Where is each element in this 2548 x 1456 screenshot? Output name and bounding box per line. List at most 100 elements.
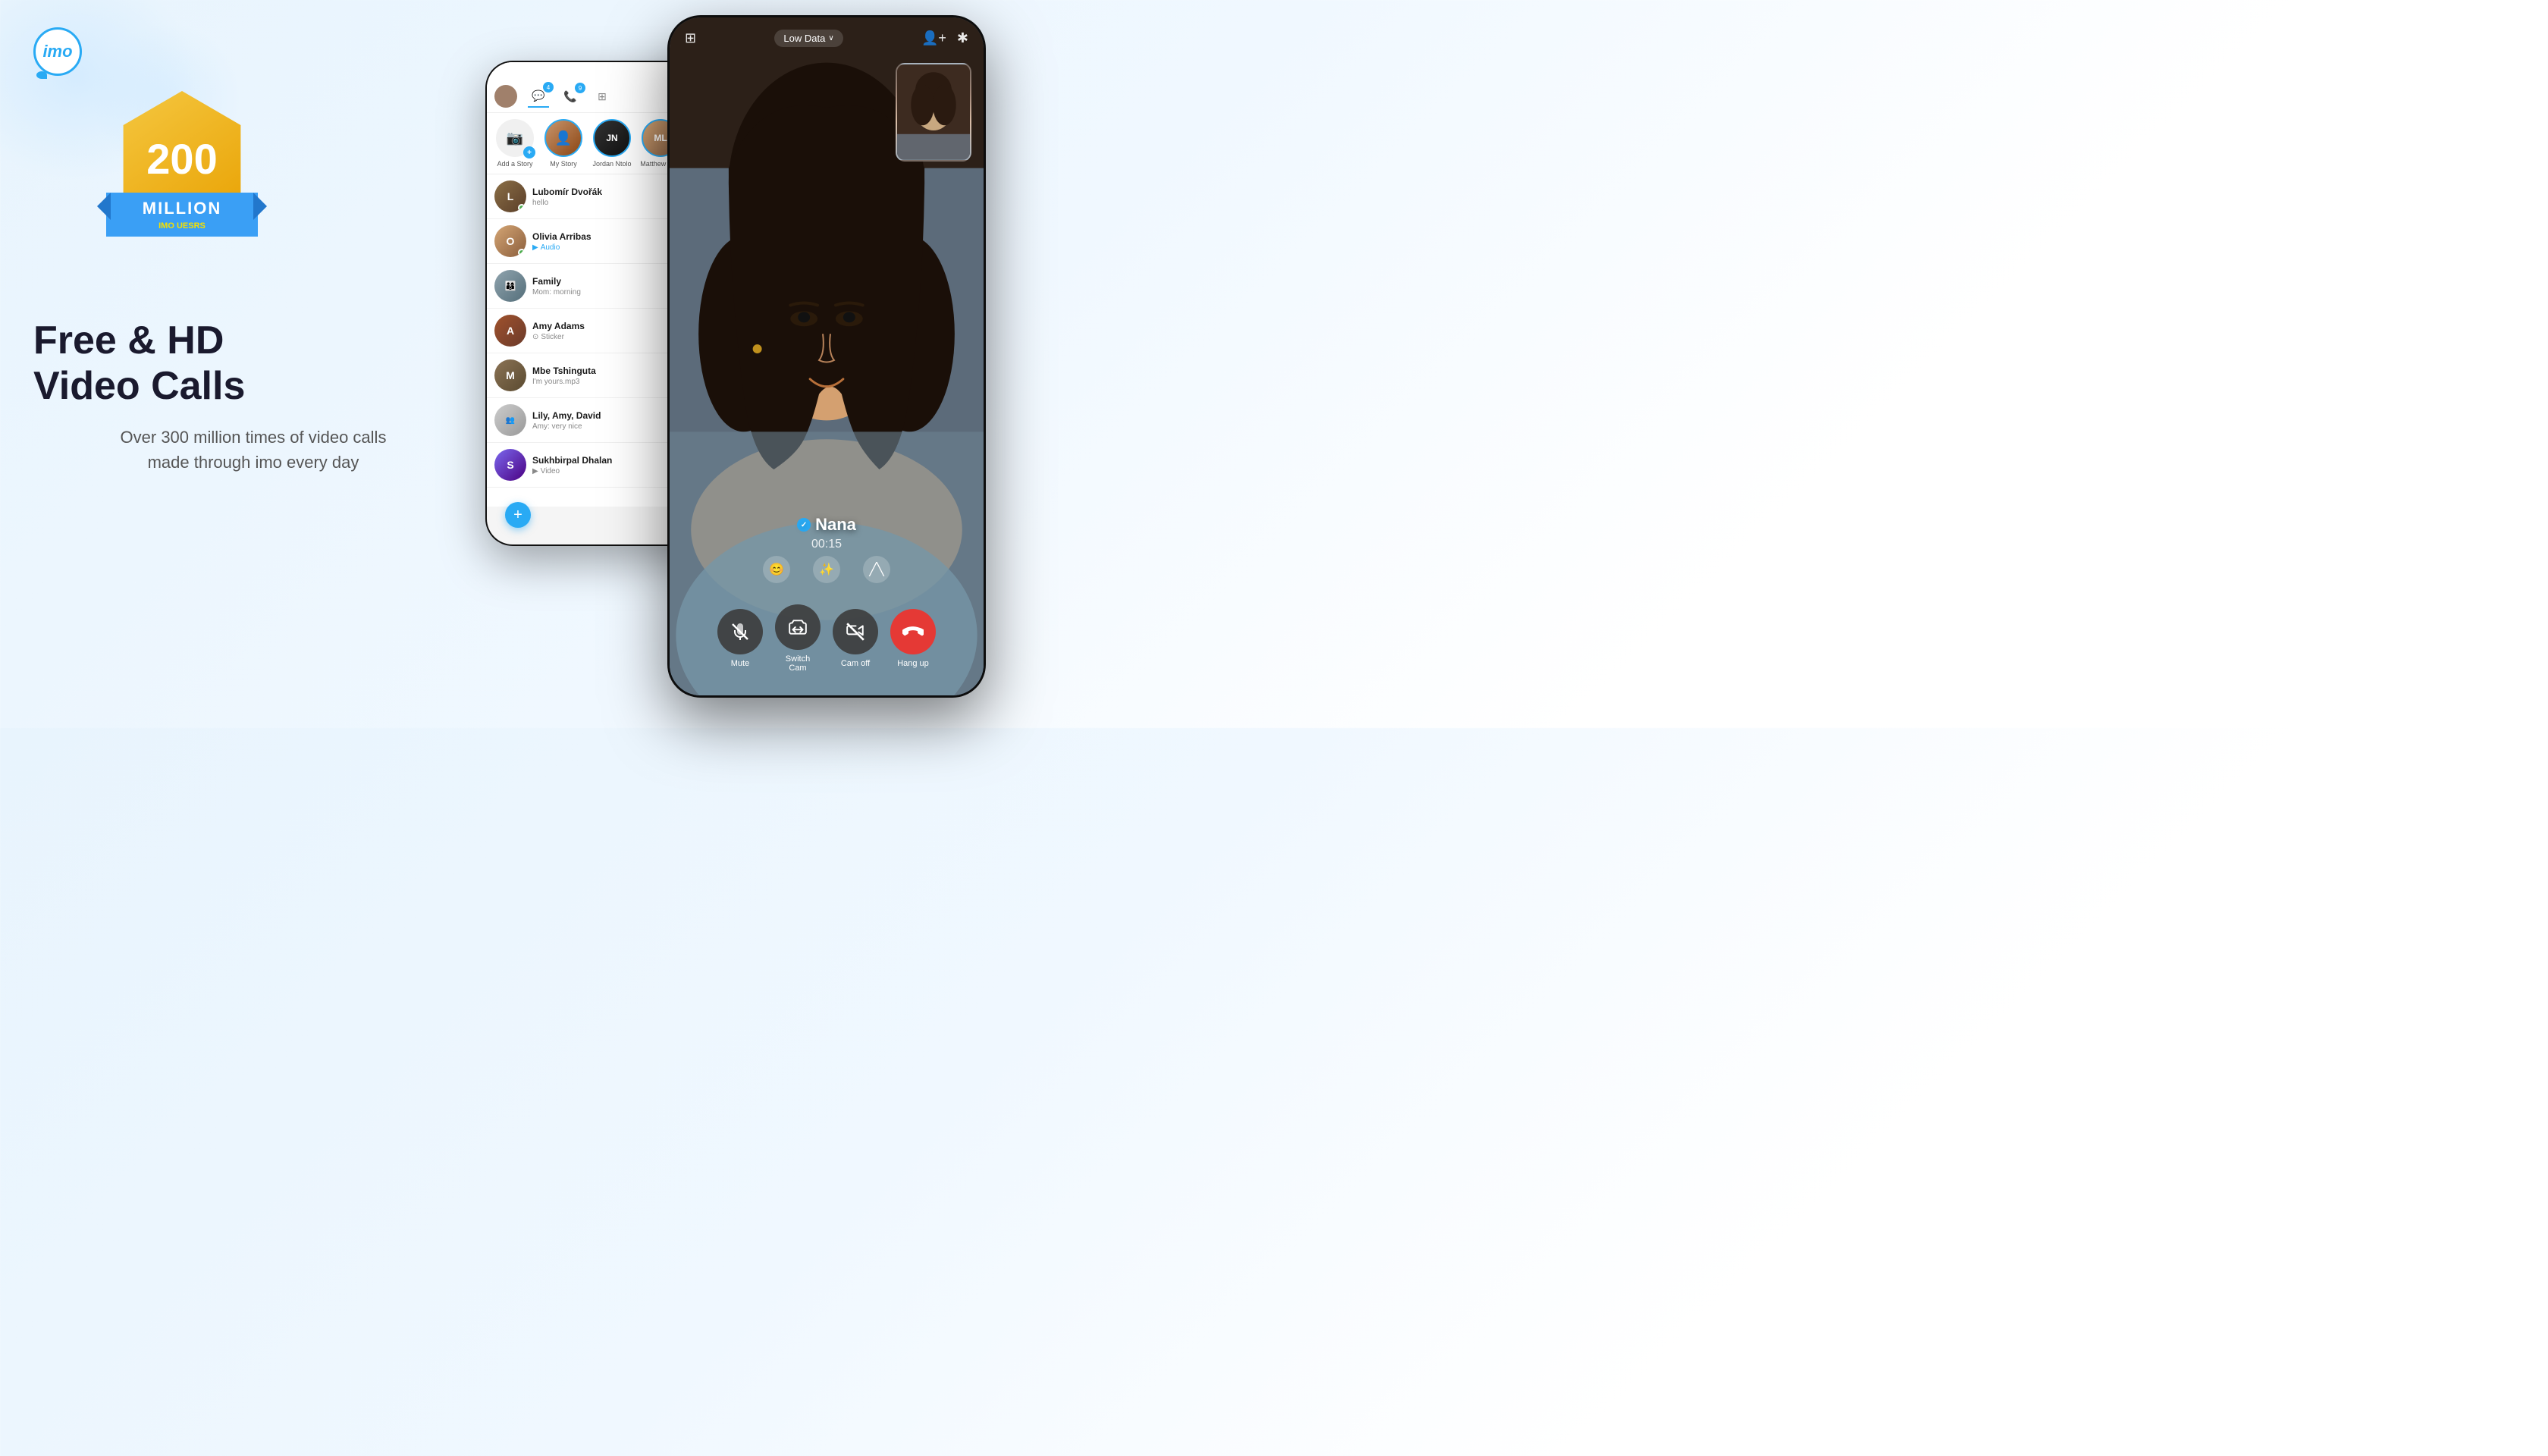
badge-million: MILLION	[114, 199, 250, 218]
avatar: L	[494, 180, 526, 212]
call-duration: 00:15	[811, 538, 842, 551]
story-jordan-avatar: JN	[593, 119, 631, 157]
badge-area: 200 MILLION IMO UESRS	[106, 91, 258, 258]
audio-icon: ▶	[532, 243, 538, 252]
avatar: O	[494, 225, 526, 257]
preview-text: Sticker	[541, 333, 564, 341]
phone2-body: ⊞ Low Data ∨ 👤+ ✱	[667, 15, 986, 698]
story-add-plus: +	[523, 146, 535, 158]
chat-name: Family	[532, 276, 688, 287]
sticker-icon: ⊙	[532, 333, 538, 341]
online-indicator	[518, 204, 526, 212]
preview-text: Audio	[541, 243, 560, 252]
chat-preview: hello	[532, 199, 688, 207]
story-my-story[interactable]: 👤 My Story	[543, 119, 584, 168]
hang-up-label: Hang up	[897, 659, 929, 668]
chat-info: Olivia Arribas ▶ Audio	[532, 231, 688, 252]
cam-off-label: Cam off	[841, 659, 870, 668]
chat-name: Lubomír Dvořák	[532, 187, 688, 197]
tab-calls[interactable]: 📞 9	[560, 86, 581, 107]
slash-icon[interactable]: ╱╲	[863, 556, 890, 583]
chat-preview: ⊙ Sticker	[532, 333, 688, 341]
chat-info: Lubomír Dvořák hello	[532, 187, 688, 207]
chat-name: Lily, Amy, David	[532, 410, 688, 421]
switch-cam-button[interactable]: SwitchCam	[775, 604, 821, 673]
chat-preview: ▶ Audio	[532, 243, 688, 252]
compose-button[interactable]: +	[505, 502, 531, 528]
chat-info: Family Mom: morning	[532, 276, 688, 297]
phone2-top-bar: ⊞ Low Data ∨ 👤+ ✱	[670, 17, 984, 55]
logo-text: imo	[42, 42, 72, 61]
logo-circle: imo	[33, 27, 82, 76]
tab-avatar[interactable]	[494, 85, 517, 108]
low-data-label: Low Data	[783, 33, 825, 44]
switch-cam-label: SwitchCam	[786, 654, 810, 673]
story-jordan[interactable]: JN Jordan Ntolo	[592, 119, 632, 168]
emoji-icon[interactable]: 😊	[763, 556, 790, 583]
avatar: M	[494, 359, 526, 391]
badge-number: 200	[146, 138, 217, 180]
bluetooth-icon[interactable]: ✱	[957, 30, 968, 46]
action-icons-row: 😊 ✨ ╱╲	[670, 556, 984, 583]
switch-cam-btn-circle	[775, 604, 821, 650]
avatar: 👨‍👩‍👦	[494, 270, 526, 302]
chat-info: Lily, Amy, David Amy: very nice	[532, 410, 688, 431]
cam-off-button[interactable]: Cam off	[833, 609, 878, 668]
chat-info: Mbe Tshinguta I'm yours.mp3	[532, 366, 688, 386]
hang-up-button[interactable]: Hang up	[890, 609, 936, 668]
story-add-label: Add a Story	[494, 160, 535, 168]
top-bar-right: 👤+ ✱	[921, 30, 968, 46]
call-info-overlay: ✓ Nana 00:15	[670, 515, 984, 551]
headline-line2: Video Calls	[33, 364, 473, 410]
chat-preview: ▶ Video	[532, 467, 688, 475]
story-my-avatar: 👤	[544, 119, 582, 157]
cam-off-btn-circle	[833, 609, 878, 654]
call-buttons: Mute SwitchCam	[670, 604, 984, 673]
hang-up-icon	[902, 621, 924, 642]
mute-label: Mute	[731, 659, 749, 668]
cam-off-icon	[846, 622, 865, 642]
headline-line1: Free & HD	[33, 318, 473, 364]
tab-more[interactable]: ⊞	[592, 86, 613, 107]
grid-icon[interactable]: ⊞	[685, 30, 696, 46]
chat-preview: I'm yours.mp3	[532, 378, 688, 386]
story-add-avatar: 📷 +	[496, 119, 534, 157]
pip-self-view[interactable]	[896, 63, 971, 162]
badge-hexagon-container: 200 MILLION IMO UESRS	[106, 91, 258, 258]
story-jordan-label: Jordan Ntolo	[592, 160, 632, 168]
logo-bubble	[36, 71, 47, 79]
story-my-face: 👤	[546, 121, 581, 155]
tab-badge-calls: 9	[575, 83, 585, 93]
verified-icon: ✓	[797, 518, 811, 532]
chat-preview: Amy: very nice	[532, 422, 688, 431]
badge-subtitle: IMO UESRS	[114, 221, 250, 231]
chat-info: Amy Adams ⊙ Sticker	[532, 321, 688, 341]
add-person-icon[interactable]: 👤+	[921, 30, 946, 46]
phone2-screen: ⊞ Low Data ∨ 👤+ ✱	[670, 17, 984, 695]
chat-name: Mbe Tshinguta	[532, 366, 688, 376]
call-name-text: Nana	[815, 515, 856, 535]
avatar: A	[494, 315, 526, 347]
chat-name: Amy Adams	[532, 321, 688, 331]
mute-button[interactable]: Mute	[717, 609, 763, 668]
badge-ribbon: MILLION IMO UESRS	[106, 193, 258, 237]
avatar: 👥	[494, 404, 526, 436]
preview-text: Video	[541, 467, 560, 475]
story-jordan-face: JN	[595, 121, 629, 155]
story-add-item[interactable]: 📷 + Add a Story	[494, 119, 535, 168]
subtext: Over 300 million times of video callsmad…	[33, 425, 473, 475]
story-my-label: My Story	[543, 160, 584, 168]
avatar: S	[494, 449, 526, 481]
video-icon: ▶	[532, 467, 538, 475]
call-person-name: ✓ Nana	[797, 515, 856, 535]
top-bar-left: ⊞	[685, 30, 696, 46]
tab-badge-chats: 4	[543, 82, 554, 93]
switch-cam-icon	[788, 617, 808, 637]
chat-preview: Mom: morning	[532, 288, 688, 297]
chevron-down-icon: ∨	[828, 34, 833, 42]
top-bar-center[interactable]: Low Data ∨	[774, 30, 843, 47]
phone2-container: ⊞ Low Data ∨ 👤+ ✱	[667, 15, 986, 698]
tab-chats[interactable]: 💬 4	[528, 85, 549, 108]
online-indicator	[518, 249, 526, 256]
effects-icon[interactable]: ✨	[813, 556, 840, 583]
